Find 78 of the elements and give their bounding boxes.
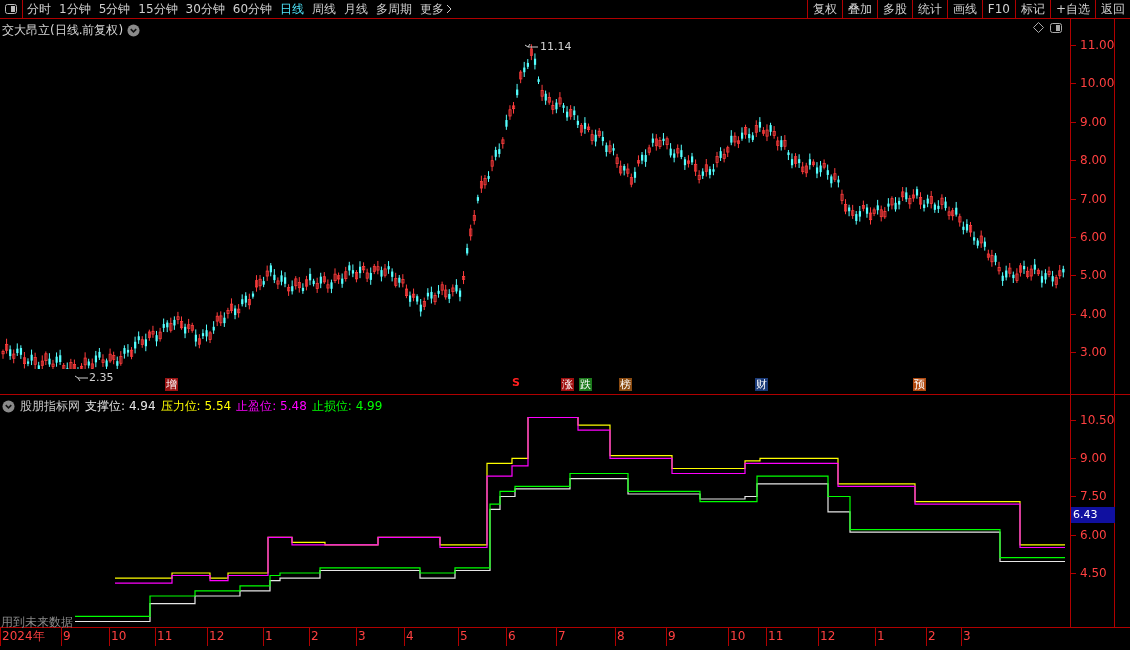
indicator-value: 止损位: 4.99 [311, 398, 383, 415]
date-axis-label: 9 [63, 629, 71, 643]
date-axis-label: 2 [928, 629, 936, 643]
leader-line [74, 374, 88, 383]
period-tab[interactable]: 15分钟 [134, 0, 182, 18]
period-tab[interactable]: 30分钟 [181, 0, 229, 18]
date-axis-label: 11 [157, 629, 173, 643]
low-price-label: 2.35 [89, 370, 114, 386]
indicator-value: 压力位: 5.54 [160, 398, 232, 415]
indicator-name: 股朋指标网 [20, 398, 80, 415]
period-tab[interactable]: 5分钟 [94, 0, 135, 18]
date-axis-label: 1 [265, 629, 273, 643]
period-tab[interactable]: 多周期 [372, 0, 417, 18]
date-axis-label: 5 [460, 629, 468, 643]
indicator-axis-label: 9.00 [1080, 451, 1107, 465]
price-axis-label: 5.00 [1080, 268, 1107, 282]
period-tab[interactable]: 月线 [340, 0, 373, 18]
date-axis-label: 10 [730, 629, 746, 643]
event-tag[interactable]: 跌 [579, 378, 592, 391]
chart-title: 交大昂立(日线.前复权) [2, 22, 124, 39]
event-tag[interactable]: 增 [165, 378, 178, 391]
event-tag[interactable]: 预 [913, 378, 926, 391]
toolbar-button[interactable]: 标记 [1014, 0, 1050, 18]
date-axis-label: 8 [617, 629, 625, 643]
indicator-value: 止盈位: 5.48 [236, 398, 307, 415]
current-value-badge: 6.43 [1071, 507, 1115, 523]
date-axis-label: 12 [820, 629, 836, 643]
period-tab[interactable]: 1分钟 [55, 0, 95, 18]
chevron-down-icon[interactable] [127, 23, 141, 37]
date-axis-label: 7 [558, 629, 566, 643]
more-button[interactable]: 更多 [416, 0, 457, 18]
price-axis-label: 7.00 [1080, 192, 1107, 206]
high-price-label: 11.14 [540, 39, 572, 55]
price-axis-label: 4.00 [1080, 307, 1107, 321]
period-tab[interactable]: 60分钟 [228, 0, 277, 18]
price-axis-label: 11.00 [1080, 38, 1115, 52]
toolbar-button[interactable]: 复权 [806, 0, 842, 18]
price-axis-label: 3.00 [1080, 345, 1107, 359]
toolbar-button[interactable]: F10 [981, 0, 1015, 18]
period-tab[interactable]: 分时 [23, 0, 55, 18]
date-axis-label: 6 [508, 629, 516, 643]
indicator-axis-label: 6.00 [1080, 528, 1107, 542]
indicator-value: 支撑位: 4.94 [85, 398, 156, 415]
toolbar-button[interactable]: 叠加 [841, 0, 877, 18]
price-axis-label: 10.00 [1080, 76, 1115, 90]
price-axis-label: 9.00 [1080, 115, 1107, 129]
toolbar-button[interactable]: 多股 [876, 0, 912, 18]
period-tab[interactable]: 周线 [308, 0, 341, 18]
sell-signal[interactable]: S [512, 376, 520, 390]
chevron-right-icon [446, 4, 453, 14]
date-axis-label: 3 [358, 629, 366, 643]
date-axis-label: 11 [768, 629, 784, 643]
date-axis-label: 12 [209, 629, 225, 643]
indicator-axis-label: 7.50 [1080, 489, 1107, 503]
date-axis-label: 3 [963, 629, 971, 643]
panel-toggle-icon [5, 4, 17, 14]
date-axis-label: 10 [111, 629, 127, 643]
toolbar-button[interactable]: 画线 [946, 0, 982, 18]
toolbar-button[interactable]: +自选 [1049, 0, 1095, 18]
period-tab[interactable]: 日线 [276, 0, 309, 18]
future-data-note: 用到未来数据 [1, 614, 73, 630]
toolbar-button[interactable]: 统计 [911, 0, 947, 18]
panel-toggle-icon[interactable] [1050, 22, 1062, 33]
date-axis-label: 4 [406, 629, 414, 643]
indicator-axis-label: 10.50 [1080, 413, 1115, 427]
date-axis-label: 1 [877, 629, 885, 643]
price-axis-label: 8.00 [1080, 153, 1107, 167]
diamond-icon[interactable] [1033, 22, 1044, 33]
event-tag[interactable]: 榜 [619, 378, 632, 391]
event-tag[interactable]: 财 [755, 378, 768, 391]
chevron-down-icon[interactable] [2, 399, 15, 413]
date-axis-label: 2 [311, 629, 319, 643]
toolbar-button[interactable]: 返回 [1095, 0, 1130, 18]
date-axis-label: 9 [668, 629, 676, 643]
indicator-axis-label: 4.50 [1080, 566, 1107, 580]
price-axis-label: 6.00 [1080, 230, 1107, 244]
date-axis-label: 2024年 [2, 629, 45, 643]
event-tag[interactable]: 涨 [561, 378, 574, 391]
